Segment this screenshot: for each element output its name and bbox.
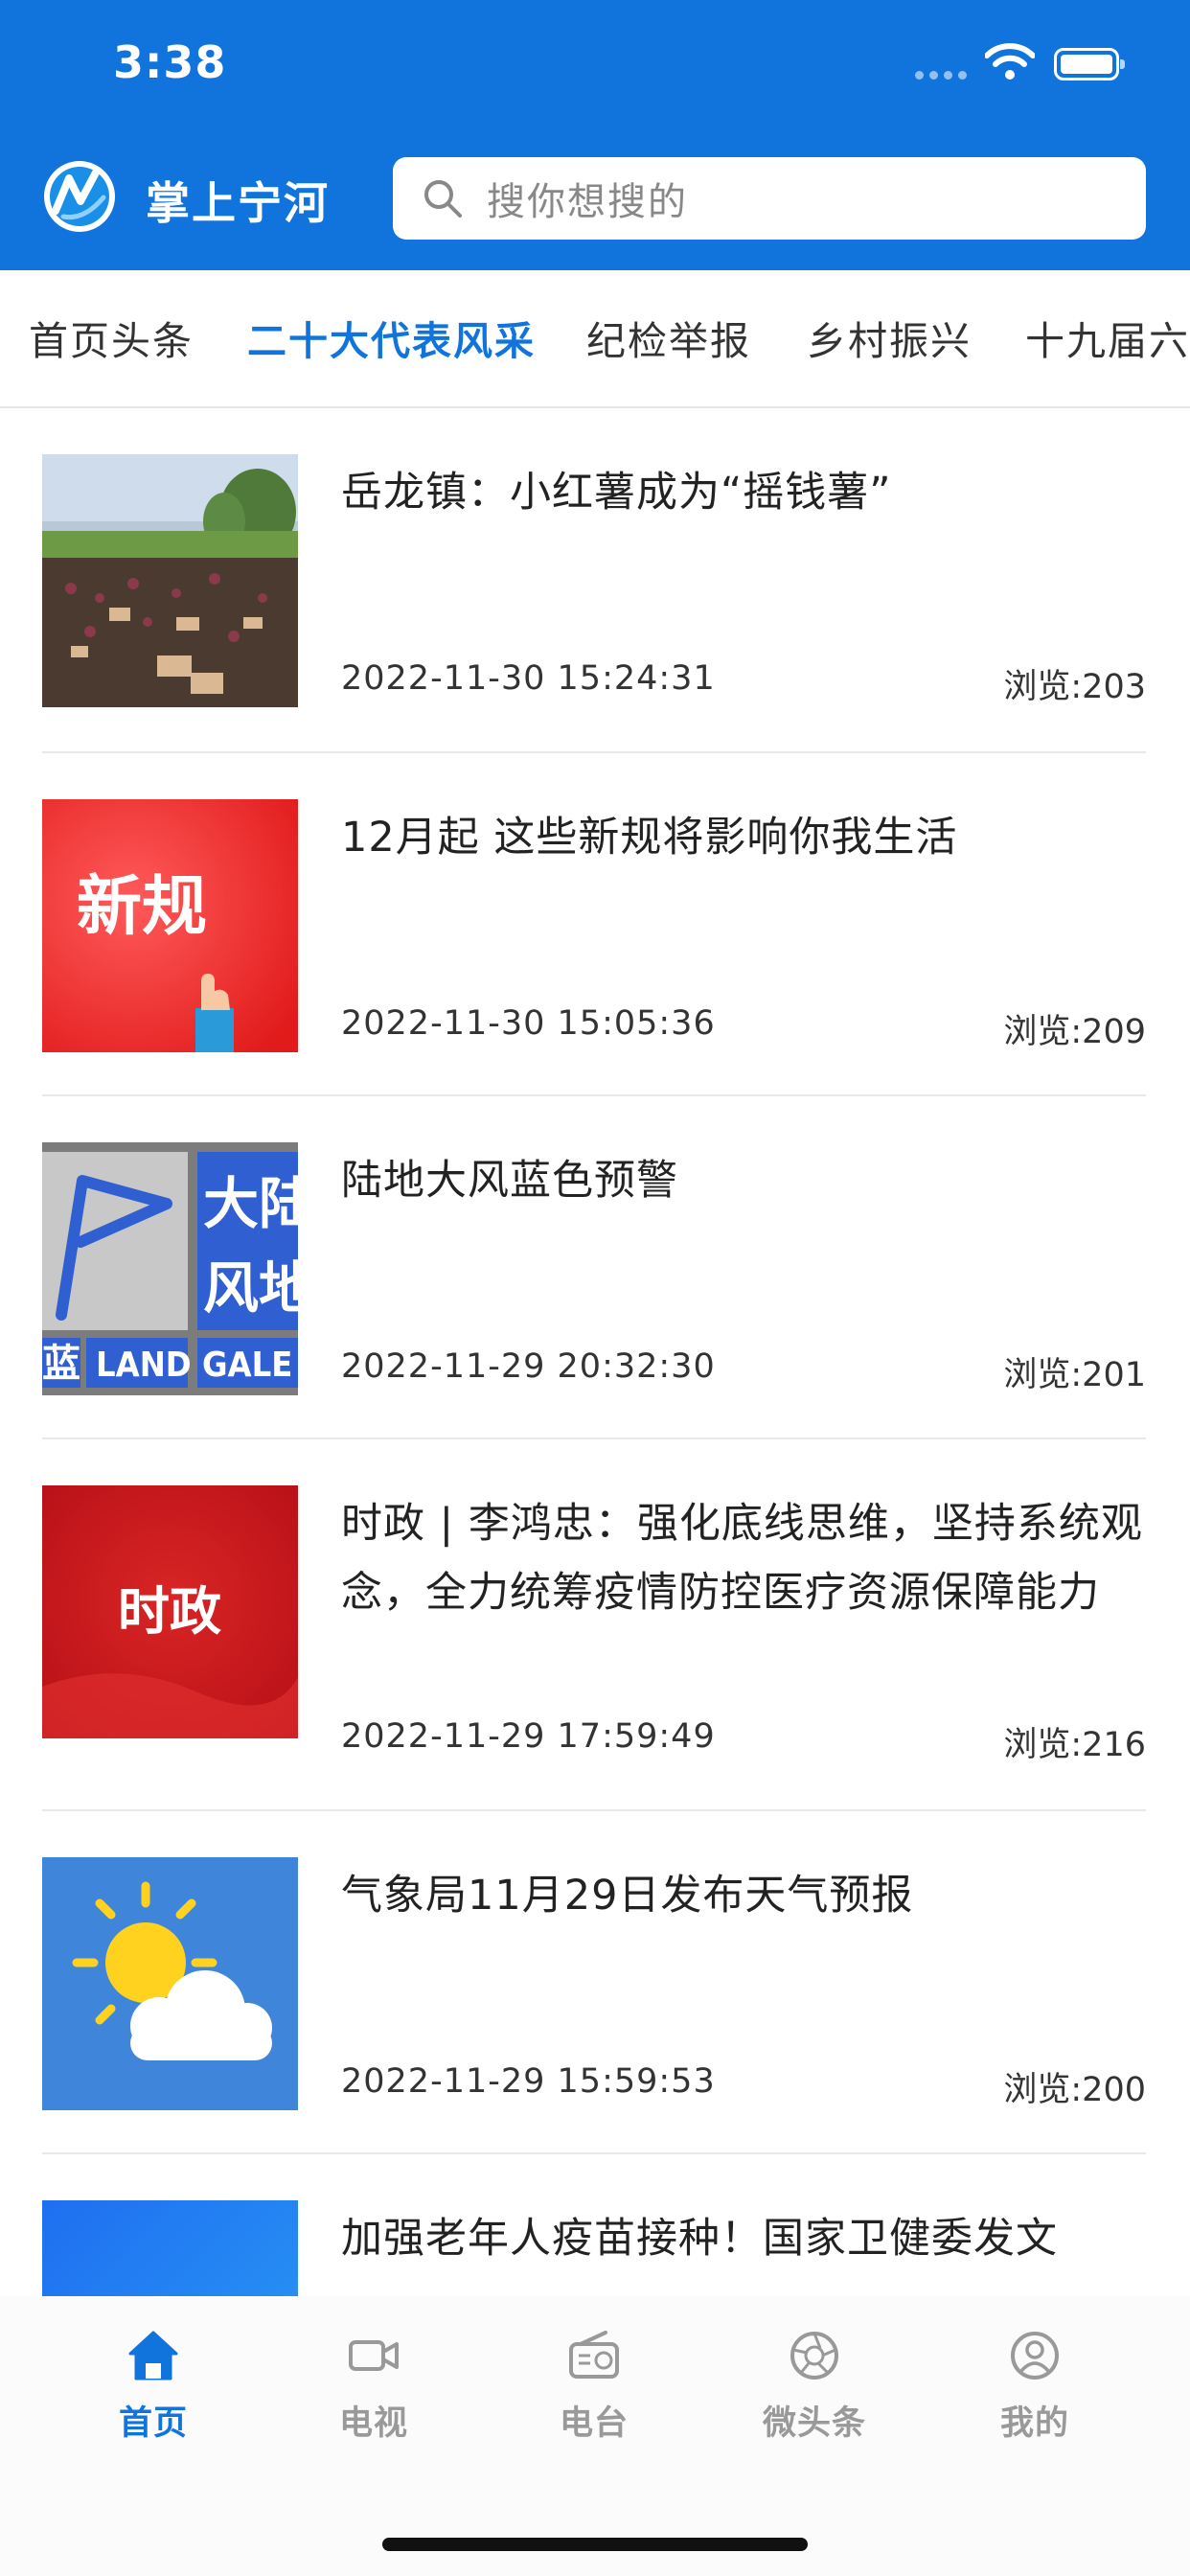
thumb-text-land-gale: LAND GALE bbox=[96, 1346, 292, 1385]
news-thumbnail bbox=[42, 2200, 298, 2296]
news-item[interactable]: 岳龙镇：小红薯成为“摇钱薯” 2022-11-30 15:24:31 浏览:20… bbox=[42, 408, 1146, 753]
status-bar-time: 3:38 bbox=[113, 36, 227, 88]
user-icon bbox=[1011, 2332, 1059, 2380]
weather-thumbnail bbox=[42, 1857, 298, 2110]
signal-dots-icon bbox=[915, 71, 967, 80]
news-item[interactable]: 气象局11月29日发布天气预报 2022-11-29 15:59:53 浏览:2… bbox=[42, 1811, 1146, 2154]
news-title: 气象局11月29日发布天气预报 bbox=[341, 1872, 914, 1920]
nav-label: 电视 bbox=[338, 2404, 408, 2443]
home-icon bbox=[128, 2331, 178, 2380]
thumb-text-shizheng: 时政 bbox=[118, 1581, 221, 1642]
video-camera-icon bbox=[349, 2340, 399, 2371]
nav-label: 微头条 bbox=[762, 2404, 866, 2443]
news-views: 浏览:216 bbox=[1003, 1726, 1146, 1764]
news-title: 岳龙镇：小红薯成为“摇钱薯” bbox=[341, 469, 892, 517]
news-item[interactable]: 时政 时政 | 李鸿忠：强化底线思维，坚持系统观念，全力统筹疫情防控医疗资源保障… bbox=[42, 1439, 1146, 1811]
search-input[interactable]: 搜你想搜的 bbox=[393, 157, 1146, 240]
news-thumbnail: 时政 bbox=[42, 1485, 298, 1738]
search-icon bbox=[424, 180, 462, 218]
news-date: 2022-11-29 20:32:30 bbox=[341, 1347, 716, 1386]
nav-label: 我的 bbox=[999, 2404, 1069, 2443]
nav-micro-headlines[interactable]: 微头条 bbox=[747, 2327, 881, 2445]
home-indicator[interactable] bbox=[382, 2538, 808, 2551]
tab-representatives[interactable]: 二十大代表风采 bbox=[247, 309, 536, 366]
app-logo bbox=[44, 161, 115, 232]
news-item[interactable]: 新规 12月起 这些新规将影响你我生活 2022-11-30 15:05:36 … bbox=[42, 753, 1146, 1096]
news-title: 加强老年人疫苗接种！国家卫健委发文 bbox=[341, 2215, 1058, 2263]
nav-label: 首页 bbox=[118, 2404, 188, 2443]
nav-home[interactable]: 首页 bbox=[86, 2327, 220, 2445]
nav-tv[interactable]: 电视 bbox=[307, 2327, 441, 2445]
tab-sixth-plenary[interactable]: 十九届六 bbox=[1025, 309, 1190, 366]
thumb-text-xingui: 新规 bbox=[77, 869, 207, 945]
nav-radio[interactable]: 电台 bbox=[527, 2327, 661, 2445]
news-title: 陆地大风蓝色预警 bbox=[341, 1157, 678, 1205]
news-date: 2022-11-30 15:24:31 bbox=[341, 659, 716, 698]
news-item[interactable]: 大陆 风地 蓝 LAND GALE 陆地大风蓝色预警 2022-11-29 20… bbox=[42, 1096, 1146, 1439]
aperture-icon bbox=[790, 2332, 838, 2380]
search-placeholder: 搜你想搜的 bbox=[487, 180, 688, 224]
nav-label: 电台 bbox=[559, 2404, 629, 2443]
wifi-icon bbox=[985, 43, 1035, 80]
news-date: 2022-11-29 15:59:53 bbox=[341, 2062, 716, 2101]
news-thumbnail: 新规 bbox=[42, 799, 298, 1052]
news-views: 浏览:203 bbox=[1003, 668, 1146, 706]
news-views: 浏览:201 bbox=[1003, 1356, 1146, 1394]
battery-icon bbox=[1054, 48, 1125, 80]
tab-rural-revitalization[interactable]: 乡村振兴 bbox=[807, 309, 972, 366]
news-views: 浏览:209 bbox=[1003, 1013, 1146, 1051]
nav-mine[interactable]: 我的 bbox=[968, 2327, 1102, 2445]
category-tabs: 首页头条 二十大代表风采 纪检举报 乡村振兴 十九届六 bbox=[0, 270, 1190, 408]
news-feed: 岳龙镇：小红薯成为“摇钱薯” 2022-11-30 15:24:31 浏览:20… bbox=[0, 408, 1190, 2296]
news-date: 2022-11-29 17:59:49 bbox=[341, 1717, 716, 1756]
sun-cloud-icon bbox=[42, 1857, 298, 2110]
tab-headlines[interactable]: 首页头条 bbox=[29, 309, 194, 366]
news-thumbnail bbox=[42, 454, 298, 707]
app-header: 3:38 掌上宁河 搜你想搜的 bbox=[0, 0, 1190, 270]
news-title: 时政 | 李鸿忠：强化底线思维，坚持系统观念，全力统筹疫情防控医疗资源保障能力 bbox=[341, 1500, 1143, 1617]
radio-icon bbox=[569, 2331, 619, 2379]
news-title: 12月起 这些新规将影响你我生活 bbox=[341, 814, 958, 862]
app-title: 掌上宁河 bbox=[146, 177, 330, 229]
thumb-text-lan: 蓝 bbox=[42, 1342, 80, 1386]
news-date: 2022-11-30 15:05:36 bbox=[341, 1004, 716, 1043]
bottom-tab-bar: 首页 电视 电台 微头条 我的 bbox=[0, 2296, 1190, 2576]
tab-discipline-report[interactable]: 纪检举报 bbox=[586, 309, 751, 366]
news-thumbnail: 大陆 风地 蓝 LAND GALE bbox=[42, 1142, 298, 1395]
thumb-text-fengdi: 风地 bbox=[203, 1255, 298, 1321]
news-item[interactable]: 加强老年人疫苗接种！国家卫健委发文 bbox=[42, 2154, 1146, 2296]
news-views: 浏览:200 bbox=[1003, 2071, 1146, 2109]
thumb-text-dalu: 大陆 bbox=[203, 1171, 298, 1236]
